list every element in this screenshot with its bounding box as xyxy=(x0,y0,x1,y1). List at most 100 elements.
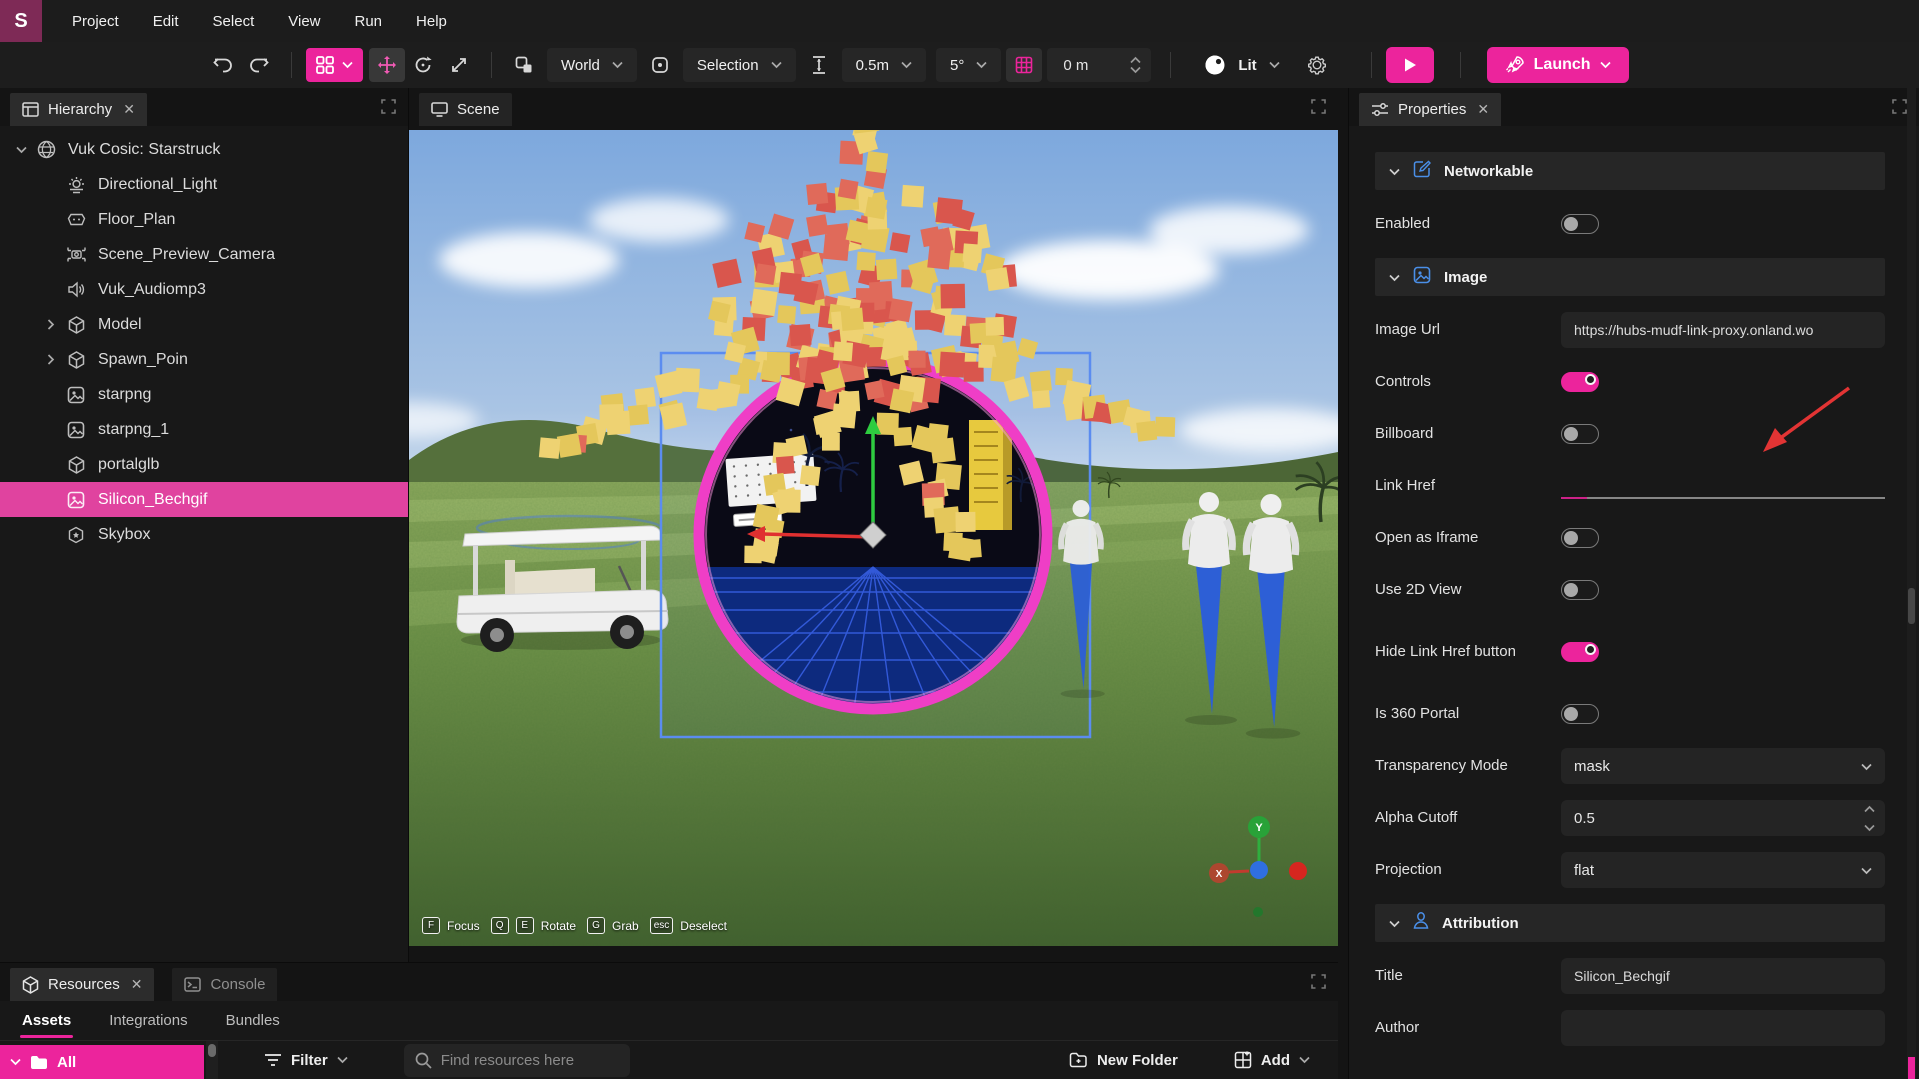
input-author[interactable] xyxy=(1561,1010,1885,1046)
tab-hierarchy[interactable]: Hierarchy✕ xyxy=(10,93,147,126)
redo-button[interactable] xyxy=(241,48,277,82)
maximize-icon[interactable] xyxy=(381,99,396,114)
hierarchy-item-vuk-cosic-starstruck[interactable]: Vuk Cosic: Starstruck xyxy=(0,132,408,167)
toggle-is-360-portal[interactable] xyxy=(1561,704,1599,724)
property-label: Controls xyxy=(1375,372,1561,392)
scale-tool-button[interactable] xyxy=(441,48,477,82)
add-button[interactable]: Add xyxy=(1234,1051,1310,1069)
chevron-down-icon xyxy=(612,61,623,69)
folder-item-all[interactable]: All xyxy=(0,1045,204,1079)
close-icon[interactable]: ✕ xyxy=(131,976,143,993)
select-projection[interactable]: flat xyxy=(1561,852,1885,888)
maximize-icon[interactable] xyxy=(1311,99,1326,114)
grid-visibility-toggle[interactable] xyxy=(1006,48,1042,82)
translate-snap-dropdown[interactable]: 0.5m xyxy=(842,48,926,82)
transform-space-dropdown[interactable]: World xyxy=(547,48,637,82)
hierarchy-item-label: Skybox xyxy=(98,526,150,544)
number-alpha-cutoff[interactable]: 0.5 xyxy=(1561,800,1885,836)
transform-mode-button[interactable] xyxy=(306,48,363,82)
input-link-href[interactable] xyxy=(1561,469,1885,503)
stepper-up-icon[interactable] xyxy=(1864,800,1875,817)
chevron-down-icon[interactable] xyxy=(1389,163,1400,180)
tab-properties[interactable]: Properties✕ xyxy=(1359,93,1501,126)
section-title: Networkable xyxy=(1444,163,1533,180)
transform-pivot-dropdown[interactable]: Selection xyxy=(683,48,796,82)
rotate-tool-button[interactable] xyxy=(405,48,441,82)
subtab-bundles[interactable]: Bundles xyxy=(224,1003,282,1038)
properties-scrollbar[interactable] xyxy=(1907,88,1916,1079)
hierarchy-item-vuk-audiomp3[interactable]: Vuk_Audiomp3 xyxy=(0,272,408,307)
hierarchy-item-spawn-poin[interactable]: Spawn_Poin xyxy=(0,342,408,377)
folder-list-scrollbar[interactable] xyxy=(206,1041,218,1079)
transform-pivot-icon[interactable] xyxy=(642,48,678,82)
stepper-up-icon[interactable] xyxy=(1130,56,1141,64)
translate-tool-button[interactable] xyxy=(369,48,405,82)
property-row-open-as-iframe: Open as Iframe xyxy=(1375,512,1885,564)
launch-button[interactable]: Launch xyxy=(1487,47,1629,83)
menu-run[interactable]: Run xyxy=(341,7,397,36)
subtab-assets[interactable]: Assets xyxy=(20,1003,73,1038)
tab-console[interactable]: Console xyxy=(172,968,277,1001)
stepper-down-icon[interactable] xyxy=(1130,66,1141,74)
toggle-open-as-iframe[interactable] xyxy=(1561,528,1599,548)
filter-button[interactable]: Filter xyxy=(264,1052,348,1069)
transform-space-icon[interactable] xyxy=(506,48,542,82)
add-icon xyxy=(1234,1051,1252,1069)
search-input[interactable] xyxy=(441,1052,611,1069)
undo-button[interactable] xyxy=(205,48,241,82)
menu-select[interactable]: Select xyxy=(199,7,269,36)
hint-label: Rotate xyxy=(541,919,576,933)
menu-edit[interactable]: Edit xyxy=(139,7,193,36)
toggle-enabled[interactable] xyxy=(1561,214,1599,234)
menu-help[interactable]: Help xyxy=(402,7,461,36)
new-folder-button[interactable]: New Folder xyxy=(1069,1052,1178,1069)
subtab-integrations[interactable]: Integrations xyxy=(107,1003,189,1038)
rotate-snap-dropdown[interactable]: 5° xyxy=(936,48,1001,82)
input-image-url[interactable] xyxy=(1561,312,1885,348)
toggle-use-2d-view[interactable] xyxy=(1561,580,1599,600)
maximize-icon[interactable] xyxy=(1892,99,1907,114)
maximize-icon[interactable] xyxy=(1311,974,1326,989)
menu-project[interactable]: Project xyxy=(58,7,133,36)
hierarchy-item-scene-preview-camera[interactable]: Scene_Preview_Camera xyxy=(0,237,408,272)
chevron-down-icon xyxy=(342,61,353,69)
settings-button[interactable] xyxy=(1299,48,1335,82)
hierarchy-item-directional-light[interactable]: Directional_Light xyxy=(0,167,408,202)
grid-height-stepper[interactable]: 0 m xyxy=(1047,48,1151,82)
scene-viewport[interactable]: Y X FFocusQERotateGGrabescDeselect xyxy=(409,130,1338,946)
property-row-transparency-mode: Transparency Modemask xyxy=(1375,740,1885,792)
menu-view[interactable]: View xyxy=(274,7,334,36)
sun-icon xyxy=(64,176,88,194)
hierarchy-item-portalglb[interactable]: portalglb xyxy=(0,447,408,482)
shading-mode-dropdown[interactable]: Lit xyxy=(1190,48,1293,82)
stepper-down-icon[interactable] xyxy=(1864,819,1875,836)
chevron-down-icon[interactable] xyxy=(12,146,30,154)
chevron-down-icon[interactable] xyxy=(1389,915,1400,932)
hierarchy-panel: Hierarchy✕ Vuk Cosic: StarstruckDirectio… xyxy=(0,88,409,962)
toggle-billboard[interactable] xyxy=(1561,424,1599,444)
chevron-right-icon[interactable] xyxy=(42,319,60,330)
section-header-image[interactable]: Image xyxy=(1375,258,1885,296)
hierarchy-item-starpng[interactable]: starpng xyxy=(0,377,408,412)
section-header-networkable[interactable]: Networkable xyxy=(1375,152,1885,190)
select-transparency-mode[interactable]: mask xyxy=(1561,748,1885,784)
close-icon[interactable]: ✕ xyxy=(1477,101,1489,118)
toggle-hide-link-href-button[interactable] xyxy=(1561,642,1599,662)
hierarchy-item-silicon-bechgif[interactable]: Silicon_Bechgif xyxy=(0,482,408,517)
resource-search[interactable] xyxy=(404,1044,630,1077)
snap-translate-icon[interactable] xyxy=(801,48,837,82)
input-title[interactable] xyxy=(1561,958,1885,994)
tab-resources[interactable]: Resources✕ xyxy=(10,968,154,1001)
close-icon[interactable]: ✕ xyxy=(123,101,135,118)
chevron-down-icon[interactable] xyxy=(1389,269,1400,286)
hierarchy-item-model[interactable]: Model xyxy=(0,307,408,342)
chevron-right-icon[interactable] xyxy=(42,354,60,365)
hierarchy-item-starpng-1[interactable]: starpng_1 xyxy=(0,412,408,447)
hierarchy-item-skybox[interactable]: Skybox xyxy=(0,517,408,552)
play-button[interactable] xyxy=(1386,47,1434,83)
hierarchy-item-floor-plan[interactable]: Floor_Plan xyxy=(0,202,408,237)
app-logo[interactable]: S xyxy=(0,0,42,42)
tab-scene[interactable]: Scene xyxy=(419,93,512,126)
section-header-attribution[interactable]: Attribution xyxy=(1375,904,1885,942)
toggle-controls[interactable] xyxy=(1561,372,1599,392)
